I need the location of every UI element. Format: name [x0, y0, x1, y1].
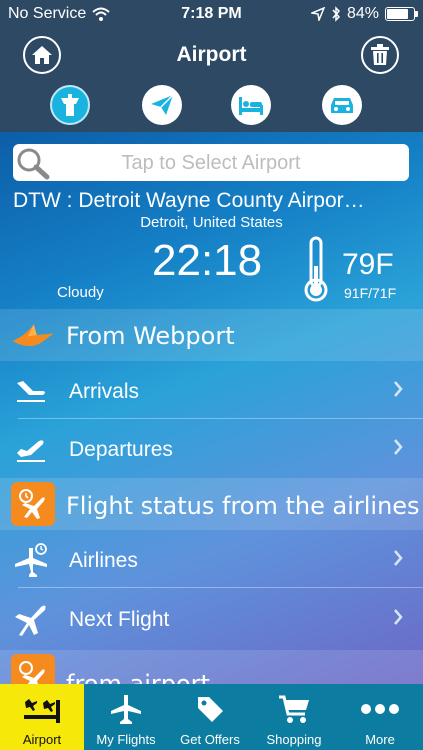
mode-car-button[interactable]: [322, 85, 362, 125]
status-right: 84%: [310, 5, 418, 23]
row-label: Departures: [69, 438, 173, 461]
paper-plane-icon: [151, 94, 174, 115]
local-time: 22:18: [152, 236, 263, 285]
plane-clock-icon: [15, 543, 47, 577]
battery-icon: [385, 7, 418, 21]
control-tower-icon: [61, 94, 79, 116]
airport-name: DTW : Detroit Wayne County Airpor…: [13, 189, 365, 212]
temperature-range: 91F/71F: [344, 285, 397, 301]
tab-label: More: [365, 732, 395, 747]
mode-airport-button[interactable]: [50, 85, 90, 125]
section-label: from airport: [66, 670, 210, 684]
row-label: Next Flight: [69, 608, 170, 631]
plane-icon: [84, 692, 168, 726]
airport-icon: [0, 692, 84, 726]
section-label: Flight status from the airlines: [66, 492, 420, 520]
tab-label: Shopping: [266, 732, 322, 747]
tab-shopping[interactable]: Shopping: [252, 684, 336, 750]
section-flight-status: Flight status from the airlines: [0, 478, 423, 530]
departure-plane-icon: [17, 440, 45, 462]
chevron-right-icon: [394, 381, 403, 397]
divider: [18, 587, 423, 588]
weather-condition: Cloudy: [57, 284, 104, 301]
battery-percent: 84%: [346, 5, 379, 22]
bed-icon: [239, 97, 263, 115]
car-icon: [331, 98, 353, 113]
chevron-right-icon: [394, 439, 403, 455]
tab-label: Airport: [22, 732, 62, 747]
temperature: 79F: [342, 248, 394, 281]
cart-icon: [252, 692, 336, 726]
section-from-airport: from airport: [0, 650, 423, 684]
search-placeholder: Tap to Select Airport: [121, 152, 301, 174]
row-departures[interactable]: Departures: [0, 419, 423, 477]
delete-button[interactable]: [361, 36, 399, 74]
mode-selector: [0, 85, 423, 125]
row-label: Airlines: [69, 549, 138, 572]
bluetooth-icon: [332, 6, 340, 22]
tab-my-flights[interactable]: My Flights: [84, 684, 168, 750]
section-label: From Webport: [66, 322, 235, 350]
row-airlines[interactable]: Airlines: [0, 530, 423, 588]
tab-label: My Flights: [96, 732, 156, 747]
trash-icon: [371, 44, 389, 65]
tab-label: Get Offers: [180, 732, 240, 747]
more-dots-icon: [338, 692, 422, 726]
chevron-right-icon: [394, 609, 403, 625]
plane-icon: [15, 605, 46, 636]
airport-city: Detroit, United States: [140, 214, 283, 231]
app-screen: No Service 7:18 PM 84% Airport Tap to Se…: [0, 0, 423, 750]
tab-more[interactable]: More: [338, 684, 422, 750]
row-label: Arrivals: [69, 380, 140, 403]
location-arrow-icon: [310, 7, 325, 21]
flight-clock-icon: [11, 654, 55, 684]
bird-logo-icon: [12, 324, 54, 347]
flight-clock-icon: [11, 482, 55, 526]
tag-icon: [168, 692, 252, 726]
section-from-webport: From Webport: [0, 309, 423, 361]
chevron-right-icon: [394, 550, 403, 566]
battery-fill: [387, 9, 408, 19]
tab-airport[interactable]: Airport: [0, 684, 84, 750]
mode-hotel-button[interactable]: [231, 85, 271, 125]
row-arrivals[interactable]: Arrivals: [0, 361, 423, 419]
page-title: Airport: [176, 43, 247, 66]
thermometer-icon: [304, 236, 328, 302]
header: No Service 7:18 PM 84% Airport: [0, 0, 423, 132]
arrival-plane-icon: [17, 381, 45, 402]
tab-bar: Airport My Flights Get Offers Shopping M…: [0, 684, 423, 750]
row-next-flight[interactable]: Next Flight: [0, 589, 423, 647]
main-content: Tap to Select Airport DTW : Detroit Wayn…: [0, 132, 423, 684]
airport-search-input[interactable]: Tap to Select Airport: [13, 144, 409, 181]
mode-flight-button[interactable]: [142, 85, 182, 125]
status-bar: No Service 7:18 PM 84%: [0, 0, 423, 30]
tab-get-offers[interactable]: Get Offers: [168, 684, 252, 750]
